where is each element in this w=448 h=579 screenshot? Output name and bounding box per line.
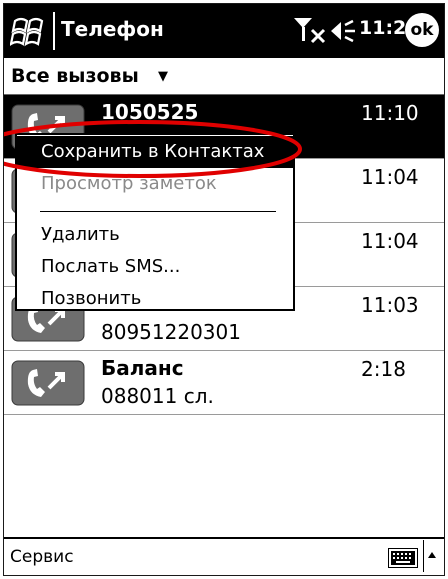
- title-bar: Телефон 11:28 ok: [4, 4, 444, 58]
- tools-menu[interactable]: Сервис: [10, 547, 74, 567]
- menu-item-delete[interactable]: Удалить: [17, 219, 293, 251]
- call-number: 088011 сл.: [101, 384, 214, 408]
- volume-icon[interactable]: [329, 17, 359, 45]
- context-menu: Сохранить в Контактах Просмотр заметок У…: [15, 133, 295, 311]
- menu-item-save-to-contacts[interactable]: Сохранить в Контактах: [17, 136, 293, 168]
- call-name: Баланс: [101, 356, 184, 380]
- call-time: 11:04: [361, 229, 419, 253]
- filter-label: Все вызовы: [11, 65, 139, 87]
- signal-off-icon[interactable]: [292, 15, 328, 45]
- call-filter-dropdown[interactable]: Все вызовы ▼: [4, 58, 444, 95]
- call-list-item[interactable]: Баланс 088011 сл. 2:18: [4, 351, 444, 415]
- menu-item-view-notes: Просмотр заметок: [41, 173, 217, 194]
- call-time: 11:03: [361, 293, 419, 317]
- sip-arrow-icon[interactable]: [423, 540, 440, 572]
- call-name: 1050525: [101, 100, 199, 124]
- windows-start-icon[interactable]: [10, 12, 48, 50]
- call-outgoing-icon: [11, 360, 85, 406]
- ok-button[interactable]: ok: [405, 13, 439, 47]
- app-title: Телефон: [61, 17, 164, 41]
- menu-item-send-sms[interactable]: Послать SMS...: [17, 251, 293, 283]
- menu-item-call[interactable]: Позвонить: [17, 283, 293, 315]
- keyboard-icon[interactable]: [388, 548, 418, 568]
- bottom-toolbar: Сервис: [4, 537, 444, 575]
- call-number: 80951220301: [101, 320, 241, 344]
- title-separator: [53, 12, 55, 50]
- menu-separator: [40, 211, 276, 212]
- chevron-down-icon: ▼: [158, 69, 168, 84]
- call-time: 11:04: [361, 165, 419, 189]
- phone-screen: Телефон 11:28 ok Все вызовы ▼ 1050525 11…: [3, 3, 445, 576]
- call-time: 2:18: [361, 357, 406, 381]
- call-time: 11:10: [361, 101, 419, 125]
